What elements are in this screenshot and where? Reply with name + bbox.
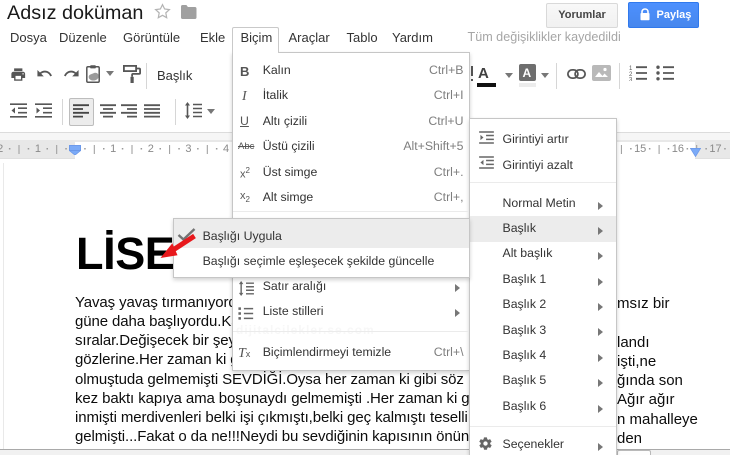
svg-text:3: 3 [629, 78, 633, 82]
